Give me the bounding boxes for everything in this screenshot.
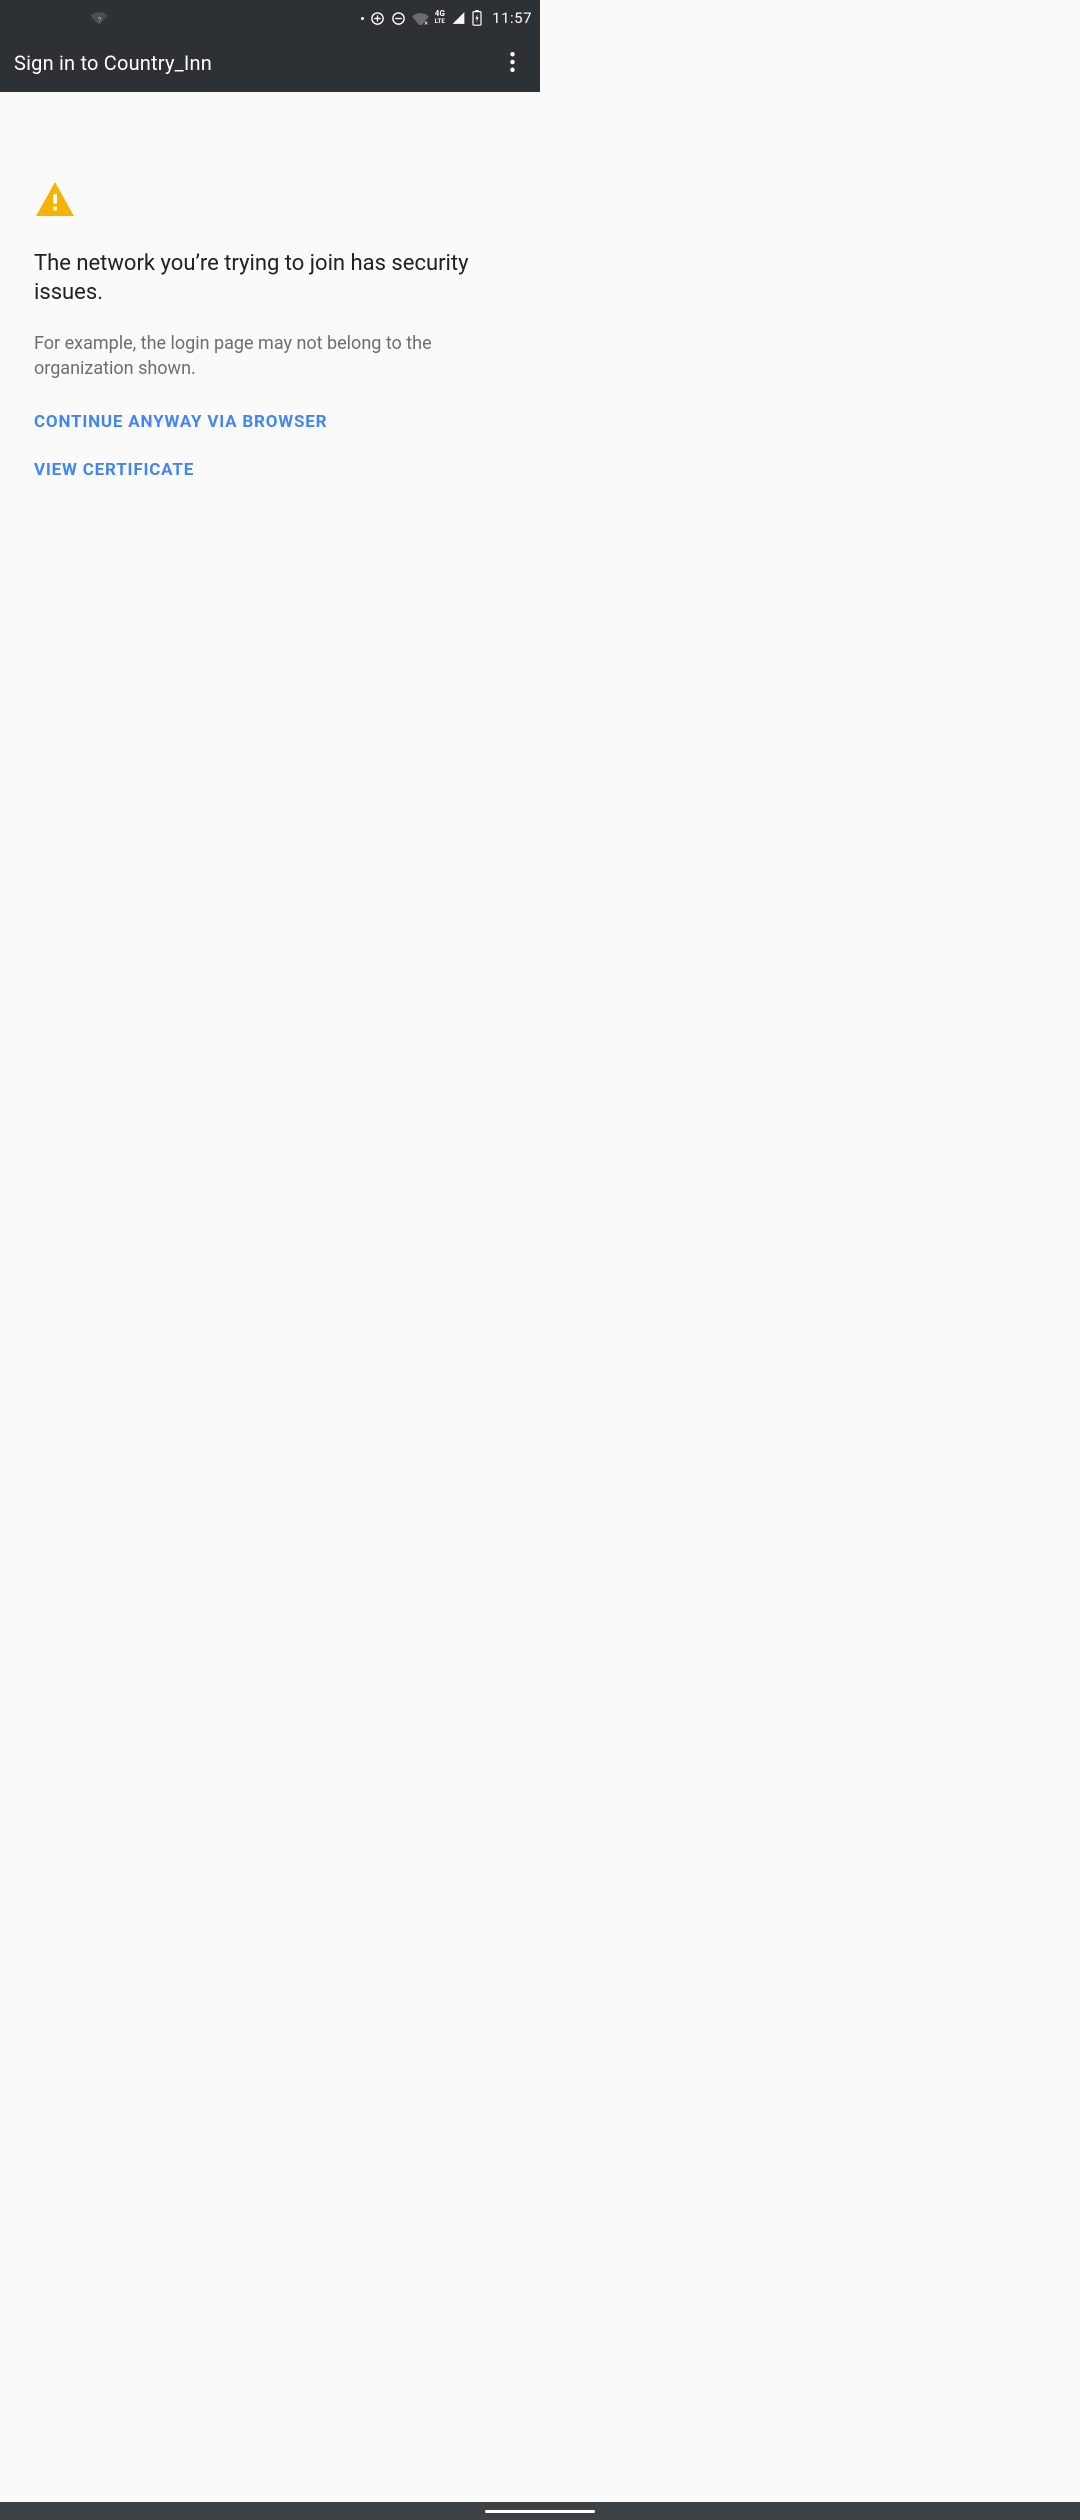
home-gesture-pill[interactable] [485,2510,595,2513]
overflow-menu-button[interactable] [498,43,526,83]
svg-text:?: ? [97,17,101,24]
network-sub-text: LTE [435,18,445,26]
warning-headline: The network you’re trying to join has se… [34,250,506,307]
continue-anyway-button[interactable]: CONTINUE ANYWAY VIA BROWSER [34,412,327,432]
data-saver-icon [370,11,385,26]
system-navigation-bar[interactable] [0,2502,1080,2520]
do-not-disturb-icon [391,11,406,26]
battery-charging-icon [472,10,482,26]
app-bar: Sign in to Country_Inn [0,36,540,92]
wifi-unknown-icon: ? [90,10,108,24]
status-left-icons: ? [90,10,108,28]
clock-text: 11:57 [492,9,532,27]
svg-text:×: × [424,20,428,25]
view-certificate-button[interactable]: VIEW CERTIFICATE [34,460,194,480]
status-bar: ? × 4G LTE [0,0,540,36]
notification-dot-icon [361,17,364,20]
status-right-icons: × 4G LTE 11:57 [361,9,532,27]
cellular-signal-icon [451,11,466,25]
network-type-label: 4G LTE [435,10,445,26]
warning-subtext: For example, the login page may not belo… [34,331,506,381]
warning-icon [36,182,506,220]
network-type-text: 4G [435,10,445,18]
wifi-no-internet-icon: × [412,11,429,25]
captive-portal-warning: The network you’re trying to join has se… [0,92,540,480]
page-title: Sign in to Country_Inn [14,51,212,75]
more-vert-icon [510,52,515,75]
